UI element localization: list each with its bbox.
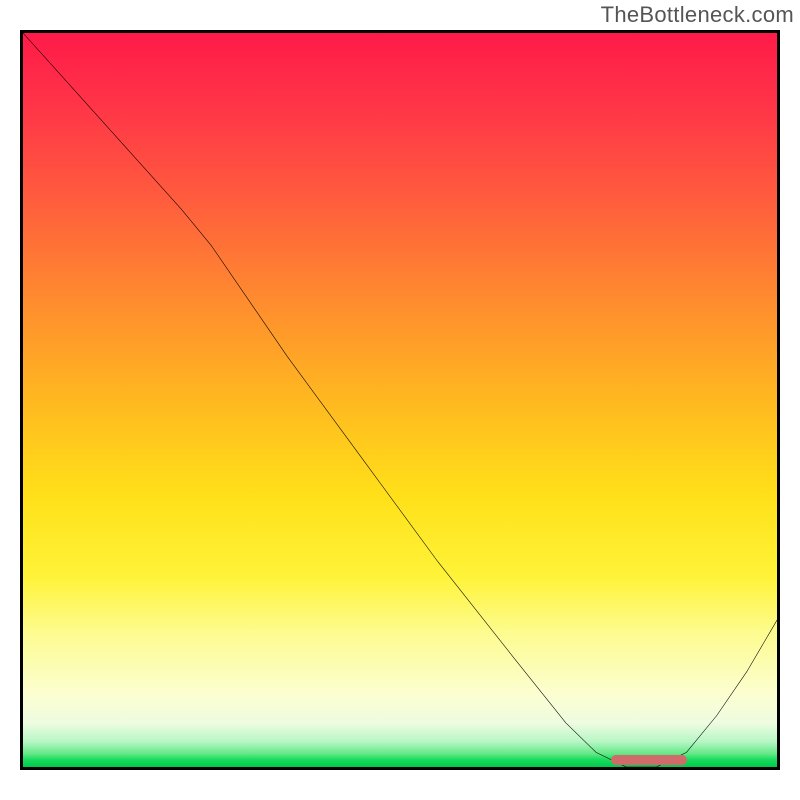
watermark-text: TheBottleneck.com — [601, 2, 794, 28]
bottleneck-curve — [23, 33, 777, 767]
optimal-range-marker — [611, 755, 686, 765]
chart-root: TheBottleneck.com — [0, 0, 800, 800]
plot-area — [20, 30, 780, 770]
